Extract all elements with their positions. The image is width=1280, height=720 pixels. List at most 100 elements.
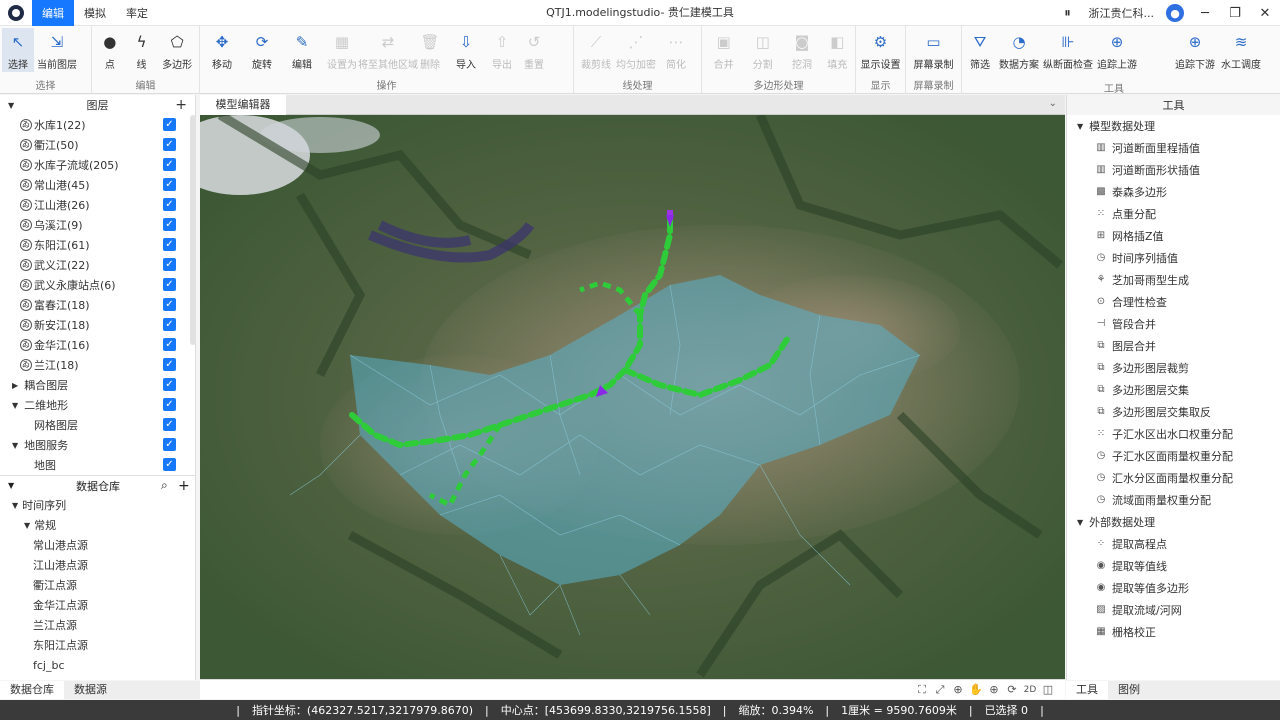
layer-group[interactable]: ▼ 地图服务 ✓ bbox=[0, 435, 195, 455]
import-button[interactable]: ⇩ 导入 bbox=[446, 28, 486, 72]
layer-item[interactable]: ゐ富春江(18) ✓ bbox=[0, 295, 195, 315]
display-settings-button[interactable]: ⚙ 显示设置 bbox=[858, 28, 903, 72]
checkbox[interactable]: ✓ bbox=[163, 238, 176, 251]
checkbox[interactable]: ✓ bbox=[163, 318, 176, 331]
database-item[interactable]: 江山港点源 bbox=[0, 555, 190, 575]
tool-item[interactable]: ⊙ 合理性检查 bbox=[1067, 291, 1280, 313]
checkbox[interactable]: ✓ bbox=[163, 278, 176, 291]
layer-item[interactable]: ゐ兰江(18) ✓ bbox=[0, 355, 195, 375]
checkbox[interactable]: ✓ bbox=[163, 338, 176, 351]
tool-item[interactable]: ⊣ 管段合并 bbox=[1067, 313, 1280, 335]
split-view-icon[interactable]: ◫ bbox=[1039, 683, 1057, 696]
tool-item[interactable]: ▩ 泰森多边形 bbox=[1067, 181, 1280, 203]
tool-item[interactable]: ⧉ 多边形图层交集 bbox=[1067, 379, 1280, 401]
set-as-button[interactable]: ▦ 设置为 bbox=[322, 28, 362, 72]
add-layer-icon[interactable]: + bbox=[175, 97, 187, 113]
tool-item[interactable]: ◷ 时间序列插值 bbox=[1067, 247, 1280, 269]
layer-item[interactable]: ゐ武义永康站点(6) ✓ bbox=[0, 275, 195, 295]
tool-item[interactable]: ◉ 提取等值多边形 bbox=[1067, 577, 1280, 599]
refresh-icon[interactable]: ⟳ bbox=[1003, 683, 1021, 696]
tree-folder[interactable]: ▼ 常规 bbox=[0, 515, 190, 535]
minimize-button[interactable]: ─ bbox=[1190, 0, 1220, 26]
layer-item[interactable]: ゐ武义江(22) ✓ bbox=[0, 255, 195, 275]
fill-button[interactable]: ◧ 填充 bbox=[822, 28, 853, 72]
split-button[interactable]: ◫ 分割 bbox=[743, 28, 782, 72]
clip-line-button[interactable]: ⟋ 裁剪线 bbox=[576, 28, 616, 72]
tool-item[interactable]: ◷ 汇水分区面雨量权重分配 bbox=[1067, 467, 1280, 489]
layer-item[interactable]: ゐ东阳江(61) ✓ bbox=[0, 235, 195, 255]
checkbox[interactable]: ✓ bbox=[163, 418, 176, 431]
menu-tab-simulate[interactable]: 模拟 bbox=[74, 0, 116, 26]
checkbox[interactable]: ✓ bbox=[163, 258, 176, 271]
rotate-button[interactable]: ⟳ 旋转 bbox=[242, 28, 282, 72]
satellite-map[interactable] bbox=[200, 115, 1065, 679]
layer-item[interactable]: ゐ水库子流域(205) ✓ bbox=[0, 155, 195, 175]
fullscreen-icon[interactable]: ⛶ bbox=[913, 683, 931, 697]
simplify-button[interactable]: ⋯ 简化 bbox=[656, 28, 696, 72]
checkbox[interactable]: ✓ bbox=[163, 218, 176, 231]
tool-group[interactable]: ▼ 外部数据处理 bbox=[1067, 511, 1280, 533]
collapse-icon[interactable]: ▼ bbox=[12, 501, 18, 510]
line-button[interactable]: ϟ线 bbox=[126, 28, 158, 72]
checkbox[interactable]: ✓ bbox=[163, 378, 176, 391]
polygon-button[interactable]: ⬠ 多边形 bbox=[157, 28, 197, 72]
collapse-icon[interactable]: ▼ bbox=[12, 401, 18, 410]
database-item[interactable]: 衢江点源 bbox=[0, 575, 190, 595]
zoom-in-icon[interactable]: ⊕ bbox=[985, 683, 1003, 696]
pan-icon[interactable]: ✋ bbox=[967, 683, 985, 696]
screen-record-button[interactable]: ▭ 屏幕录制 bbox=[908, 28, 959, 72]
tool-item[interactable]: ⧉ 多边形图层交集取反 bbox=[1067, 401, 1280, 423]
checkbox[interactable]: ✓ bbox=[163, 438, 176, 451]
checkbox[interactable]: ✓ bbox=[163, 158, 176, 171]
delete-button[interactable]: 🗑 删除 bbox=[414, 28, 446, 72]
merge-button[interactable]: ▣ 合并 bbox=[704, 28, 743, 72]
tool-group[interactable]: ▼ 模型数据处理 bbox=[1067, 115, 1280, 137]
checkbox[interactable]: ✓ bbox=[163, 298, 176, 311]
user-name[interactable]: 浙江贵仁科... bbox=[1083, 5, 1161, 21]
tool-item[interactable]: ◉ 提取等值线 bbox=[1067, 555, 1280, 577]
tool-item[interactable]: ⧉ 多边形图层裁剪 bbox=[1067, 357, 1280, 379]
filter-button[interactable]: ⛛ 筛选 bbox=[964, 28, 996, 72]
layer-item[interactable]: 网格图层 ✓ bbox=[0, 415, 195, 435]
tree-root[interactable]: ▼ 时间序列 bbox=[0, 495, 190, 515]
trace-downstream-button[interactable]: ⊕ 追踪下游 bbox=[1172, 28, 1218, 72]
layer-item[interactable]: ゐ新安江(18) ✓ bbox=[0, 315, 195, 335]
database-item[interactable]: 兰江点源 bbox=[0, 615, 190, 635]
checkbox[interactable]: ✓ bbox=[163, 138, 176, 151]
database-item[interactable]: 东阳江点源 bbox=[0, 635, 190, 655]
database-item[interactable]: 常山港点源 bbox=[0, 535, 190, 555]
collapse-icon[interactable]: ▼ bbox=[1077, 122, 1083, 131]
tool-item[interactable]: ⁘ 提取高程点 bbox=[1067, 533, 1280, 555]
tool-item[interactable]: ⧉ 图层合并 bbox=[1067, 335, 1280, 357]
database-item[interactable]: 金华江点源 bbox=[0, 595, 190, 615]
menu-tab-edit[interactable]: 编辑 bbox=[32, 0, 74, 26]
restore-button[interactable]: ❐ bbox=[1220, 0, 1250, 26]
collapse-icon[interactable]: ▼ bbox=[1077, 518, 1083, 527]
layer-group[interactable]: ▶ 耦合图层 ✓ bbox=[0, 375, 195, 395]
pause-icon[interactable]: ⏸ bbox=[1053, 0, 1083, 26]
tab-datasource[interactable]: 数据源 bbox=[64, 681, 117, 699]
tab-tools[interactable]: 工具 bbox=[1066, 681, 1108, 699]
current-layer-button[interactable]: ⇲ 当前图层 bbox=[34, 28, 80, 72]
menu-tab-calibrate[interactable]: 率定 bbox=[116, 0, 158, 26]
tool-item[interactable]: ▨ 提取流域/河网 bbox=[1067, 599, 1280, 621]
tool-item[interactable]: ⁙ 子汇水区出水口权重分配 bbox=[1067, 423, 1280, 445]
chevron-down-icon[interactable]: ⌄ bbox=[1049, 98, 1057, 109]
layer-item[interactable]: 地图 ✓ bbox=[0, 455, 195, 475]
reset-button[interactable]: ↺ 重置 bbox=[518, 28, 550, 72]
checkbox[interactable]: ✓ bbox=[163, 358, 176, 371]
collapse-icon[interactable]: ▼ bbox=[12, 441, 18, 450]
tool-item[interactable]: ⊞ 网格插Z值 bbox=[1067, 225, 1280, 247]
tab-database[interactable]: 数据仓库 bbox=[0, 681, 64, 699]
move-to-region-button[interactable]: ⇄ 将至其他区域 bbox=[358, 28, 418, 72]
layer-item[interactable]: ゐ水库1(22) ✓ bbox=[0, 115, 195, 135]
tab-legend[interactable]: 图例 bbox=[1108, 681, 1150, 699]
point-button[interactable]: ● 点 bbox=[94, 28, 126, 72]
tool-item[interactable]: ▦ 栅格校正 bbox=[1067, 621, 1280, 643]
edit-button[interactable]: ✎ 编辑 bbox=[282, 28, 322, 72]
tool-item[interactable]: ◷ 子汇水区面雨量权重分配 bbox=[1067, 445, 1280, 467]
densify-button[interactable]: ⋰ 均匀加密 bbox=[616, 28, 656, 72]
tool-item[interactable]: ⚘ 芝加哥雨型生成 bbox=[1067, 269, 1280, 291]
layer-item[interactable]: ゐ乌溪江(9) ✓ bbox=[0, 215, 195, 235]
tool-item[interactable]: ◷ 流域面雨量权重分配 bbox=[1067, 489, 1280, 511]
